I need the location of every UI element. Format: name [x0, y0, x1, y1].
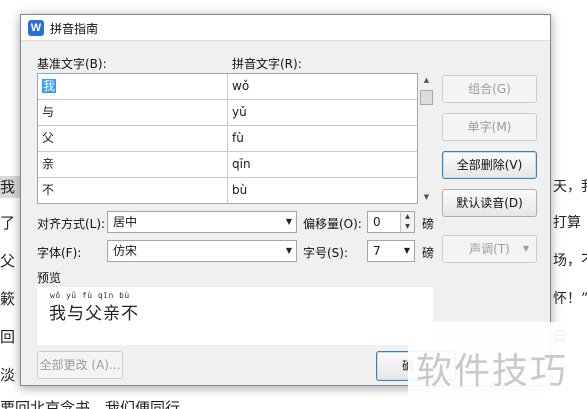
offset-label: 偏移量(O):	[303, 217, 362, 231]
apply-all-button[interactable]: 全部更改 (A)...	[37, 351, 123, 379]
chevron-down-icon: ▼	[403, 246, 410, 255]
doc-text-fragment: 淡	[0, 366, 16, 384]
offset-spinner[interactable]: 0 ▲ ▼	[367, 211, 415, 233]
combine-button[interactable]: 组合(G)	[442, 75, 537, 103]
scroll-up-icon[interactable]: ▲	[418, 73, 435, 87]
pinyin-grid: 我 wǒ 与 yǔ 父 fù 亲 qīn 不 bù	[37, 73, 418, 204]
watermark: 软件技巧	[408, 322, 587, 409]
doc-bottom-line: 要回北京念书，我们便同行。	[0, 399, 196, 409]
doc-text-fragment: 天，我	[553, 179, 587, 195]
dialog-titlebar[interactable]: W 拼音指南	[21, 15, 550, 41]
wps-app-icon: W	[28, 20, 44, 36]
font-size-value: 7	[373, 244, 381, 258]
pinyin-text-label: 拼音文字(R):	[232, 57, 302, 71]
selected-text: 我	[42, 79, 57, 93]
chevron-down-icon: ▼	[285, 217, 292, 226]
font-select[interactable]: 仿宋 ▼	[107, 240, 297, 262]
grid-scrollbar[interactable]: ▲ ▼	[418, 73, 435, 204]
base-text-cell[interactable]: 父	[38, 126, 228, 151]
single-char-button[interactable]: 单字(M)	[442, 113, 537, 141]
grid-row: 我 wǒ	[38, 74, 417, 100]
doc-text-fragment: 我	[0, 176, 20, 198]
tone-button[interactable]: 声调(T) ▼	[442, 235, 537, 263]
doc-text-fragment: 簌	[0, 290, 16, 308]
alignment-value: 居中	[113, 215, 138, 229]
font-size-label: 字号(S):	[303, 246, 349, 260]
font-size-select[interactable]: 7 ▼	[367, 240, 415, 262]
offset-value: 0	[373, 215, 381, 229]
spin-up-icon[interactable]: ▲	[400, 212, 414, 222]
scroll-thumb[interactable]	[420, 90, 433, 105]
doc-text-fragment: 怀！”	[553, 291, 587, 307]
base-text-cell[interactable]: 不	[38, 178, 228, 203]
pinyin-text-cell[interactable]: wǒ	[228, 74, 417, 99]
preview-label: 预览	[37, 271, 62, 285]
offset-unit: 磅	[422, 217, 435, 231]
preview-base-text: 我与父亲不	[49, 304, 139, 324]
spin-down-icon[interactable]: ▼	[400, 222, 414, 232]
dialog-title: 拼音指南	[50, 22, 99, 36]
doc-text-fragment: 打算	[553, 215, 581, 231]
doc-text-fragment: 了	[0, 214, 16, 232]
grid-row: 亲 qīn	[38, 152, 417, 178]
grid-row: 与 yǔ	[38, 100, 417, 126]
pinyin-text-cell[interactable]: yǔ	[228, 100, 417, 125]
doc-text-fragment: 场，不	[553, 253, 587, 269]
alignment-label: 对齐方式(L):	[37, 217, 106, 231]
base-text-cell[interactable]: 亲	[38, 152, 228, 177]
base-text-cell[interactable]: 我	[38, 74, 228, 99]
font-label: 字体(F):	[37, 246, 82, 260]
scroll-down-icon[interactable]: ▼	[418, 190, 435, 204]
default-reading-button[interactable]: 默认读音(D)	[442, 189, 537, 217]
watermark-text: 软件技巧	[416, 351, 569, 392]
pinyin-text-cell[interactable]: bù	[228, 178, 417, 203]
pinyin-text-cell[interactable]: qīn	[228, 152, 417, 177]
alignment-select[interactable]: 居中 ▼	[107, 211, 297, 233]
base-text-label: 基准文字(B):	[37, 57, 107, 71]
preview-box: wǒ yǔ fù qīn bù 我与父亲不	[37, 287, 433, 345]
delete-all-button[interactable]: 全部删除(V)	[442, 151, 537, 179]
font-size-unit: 磅	[422, 246, 435, 260]
grid-row: 不 bù	[38, 178, 417, 203]
tone-button-label: 声调(T)	[469, 242, 510, 256]
chevron-down-icon: ▼	[285, 246, 292, 255]
font-value: 仿宋	[113, 244, 138, 258]
chevron-down-icon: ▼	[522, 244, 529, 253]
pinyin-text-cell[interactable]: fù	[228, 126, 417, 151]
grid-row: 父 fù	[38, 126, 417, 152]
base-text-cell[interactable]: 与	[38, 100, 228, 125]
doc-text-fragment: 父	[0, 252, 16, 270]
doc-text-fragment: 回	[0, 328, 16, 346]
